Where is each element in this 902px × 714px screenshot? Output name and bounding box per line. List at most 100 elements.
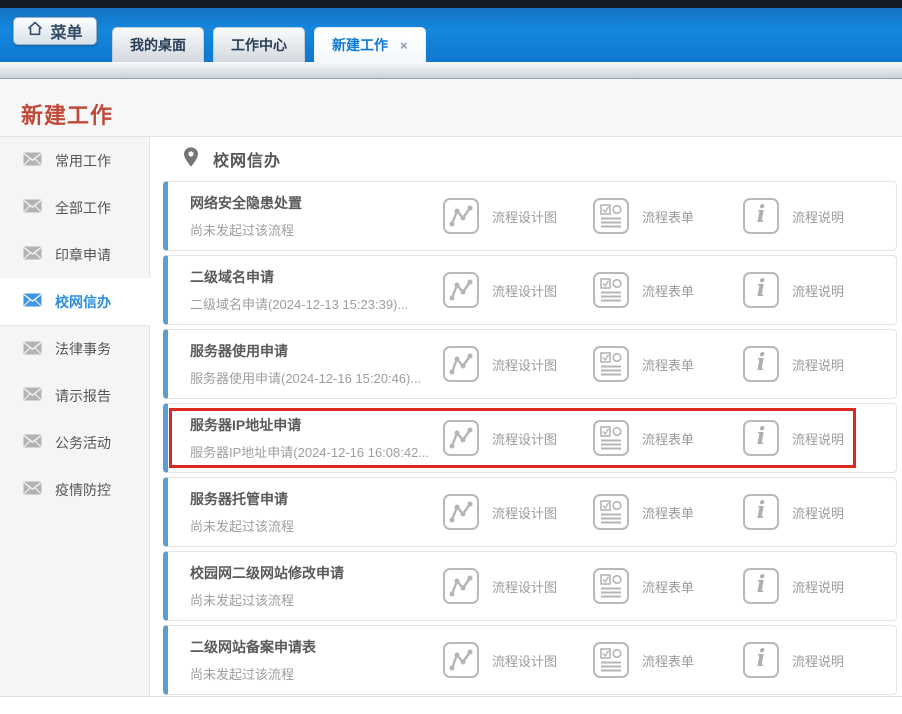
workflow-card[interactable]: 网络安全隐患处置 尚未发起过该流程 流程设计图 流程表单 i 流程说明 xyxy=(163,181,897,251)
workflow-title: 服务器使用申请 xyxy=(190,343,288,359)
process-form-action[interactable]: 流程表单 xyxy=(593,420,743,456)
info-icon: i xyxy=(743,568,779,604)
process-info-label: 流程说明 xyxy=(792,505,845,521)
process-info-action[interactable]: i 流程说明 xyxy=(743,494,893,530)
process-info-action[interactable]: i 流程说明 xyxy=(743,420,893,456)
envelope-icon xyxy=(23,387,42,404)
form-icon xyxy=(593,494,629,530)
section-title: 校网信办 xyxy=(213,153,282,170)
workflow-title: 服务器IP地址申请 xyxy=(190,417,302,433)
process-form-action[interactable]: 流程表单 xyxy=(593,272,743,308)
envelope-icon xyxy=(23,481,42,498)
process-form-label: 流程表单 xyxy=(642,579,695,595)
envelope-icon xyxy=(23,293,42,310)
tab-label: 我的桌面 xyxy=(130,37,186,53)
sidebar-item[interactable]: 请示报告 xyxy=(0,372,150,419)
process-design-action[interactable]: 流程设计图 xyxy=(443,420,593,456)
process-info-action[interactable]: i 流程说明 xyxy=(743,568,893,604)
process-form-label: 流程表单 xyxy=(642,283,695,299)
process-form-action[interactable]: 流程表单 xyxy=(593,494,743,530)
app-header: 菜单 我的桌面× 工作中心× 新建工作 × xyxy=(0,8,902,62)
sidebar-item-label: 请示报告 xyxy=(55,387,111,404)
workflow-title: 校园网二级网站修改申请 xyxy=(190,565,344,581)
page-title: 新建工作 xyxy=(21,103,114,128)
process-form-action[interactable]: 流程表单 xyxy=(593,346,743,382)
process-form-action[interactable]: 流程表单 xyxy=(593,198,743,234)
header-tab[interactable]: 工作中心× xyxy=(213,27,305,62)
workflow-card-text: 服务器IP地址申请 服务器IP地址申请(2024-12-16 16:08:42.… xyxy=(190,415,443,461)
process-info-label: 流程说明 xyxy=(792,653,845,669)
location-pin-icon xyxy=(184,146,198,172)
process-design-action[interactable]: 流程设计图 xyxy=(443,346,593,382)
process-info-action[interactable]: i 流程说明 xyxy=(743,642,893,678)
process-design-label: 流程设计图 xyxy=(492,653,558,669)
envelope-icon xyxy=(23,152,42,169)
title-band: 新建工作 xyxy=(0,79,902,137)
process-info-action[interactable]: i 流程说明 xyxy=(743,198,893,234)
content-panel: 校网信办 网络安全隐患处置 尚未发起过该流程 流程设计图 流程表单 i 流程说明… xyxy=(150,137,902,696)
process-design-action[interactable]: 流程设计图 xyxy=(443,568,593,604)
process-info-label: 流程说明 xyxy=(792,579,845,595)
workflow-card-text: 服务器托管申请 尚未发起过该流程 xyxy=(190,489,443,535)
sidebar-item[interactable]: 全部工作 xyxy=(0,184,150,231)
main-region: 常用工作 全部工作 印章申请 校网信办 法律事务 请示报告 公务活动 疫情防控 … xyxy=(0,137,902,697)
process-info-action[interactable]: i 流程说明 xyxy=(743,272,893,308)
workflow-card[interactable]: 服务器IP地址申请 服务器IP地址申请(2024-12-16 16:08:42.… xyxy=(163,403,897,473)
tab-label: 工作中心 xyxy=(231,37,287,53)
process-design-action[interactable]: 流程设计图 xyxy=(443,198,593,234)
sidebar-item[interactable]: 法律事务 xyxy=(0,325,150,372)
menu-button[interactable]: 菜单 xyxy=(13,17,97,45)
sidebar-item-label: 疫情防控 xyxy=(55,481,111,498)
sidebar-item[interactable]: 校网信办 xyxy=(0,278,150,325)
sidebar-item-label: 常用工作 xyxy=(55,152,111,169)
sidebar-item[interactable]: 印章申请 xyxy=(0,231,150,278)
process-design-action[interactable]: 流程设计图 xyxy=(443,642,593,678)
process-design-label: 流程设计图 xyxy=(492,505,558,521)
sidebar-item[interactable]: 常用工作 xyxy=(0,137,150,184)
process-design-action[interactable]: 流程设计图 xyxy=(443,272,593,308)
info-icon: i xyxy=(743,272,779,308)
header-tab[interactable]: 新建工作 × xyxy=(314,27,426,62)
sidebar-item-label: 公务活动 xyxy=(55,434,111,451)
process-design-label: 流程设计图 xyxy=(492,357,558,373)
process-design-action[interactable]: 流程设计图 xyxy=(443,494,593,530)
workflow-title: 二级域名申请 xyxy=(190,269,274,285)
workflow-card[interactable]: 二级网站备案申请表 尚未发起过该流程 流程设计图 流程表单 i 流程说明 xyxy=(163,625,897,695)
header-tab[interactable]: 我的桌面× xyxy=(112,27,204,62)
process-form-action[interactable]: 流程表单 xyxy=(593,642,743,678)
process-form-label: 流程表单 xyxy=(642,209,695,225)
chart-icon xyxy=(443,420,479,456)
tab-close-icon[interactable]: × xyxy=(400,28,408,63)
sidebar-item[interactable]: 公务活动 xyxy=(0,419,150,466)
info-icon: i xyxy=(743,198,779,234)
process-design-label: 流程设计图 xyxy=(492,431,558,447)
sidebar-item[interactable]: 疫情防控 xyxy=(0,466,150,513)
process-form-label: 流程表单 xyxy=(642,357,695,373)
sidebar-filler xyxy=(0,513,150,696)
process-form-label: 流程表单 xyxy=(642,505,695,521)
menu-button-label: 菜单 xyxy=(50,25,83,42)
process-info-label: 流程说明 xyxy=(792,283,845,299)
chart-icon xyxy=(443,272,479,308)
workflow-card[interactable]: 校园网二级网站修改申请 尚未发起过该流程 流程设计图 流程表单 i 流程说明 xyxy=(163,551,897,621)
sidebar-item-label: 法律事务 xyxy=(55,341,111,357)
workflow-title: 网络安全隐患处置 xyxy=(190,195,302,211)
workflow-card[interactable]: 二级域名申请 二级域名申请(2024-12-13 15:23:39)... 流程… xyxy=(163,255,897,325)
info-icon: i xyxy=(743,642,779,678)
workflow-subtitle: 尚未发起过该流程 xyxy=(190,223,295,238)
workflow-subtitle: 服务器使用申请(2024-12-16 15:20:46)... xyxy=(190,371,422,386)
workflow-subtitle: 尚未发起过该流程 xyxy=(190,519,295,534)
chart-icon xyxy=(443,642,479,678)
form-icon xyxy=(593,420,629,456)
tab-label: 新建工作 xyxy=(332,37,388,53)
process-form-action[interactable]: 流程表单 xyxy=(593,568,743,604)
workflow-card[interactable]: 服务器使用申请 服务器使用申请(2024-12-16 15:20:46)... … xyxy=(163,329,897,399)
form-icon xyxy=(593,642,629,678)
section-header: 校网信办 xyxy=(150,137,902,181)
process-info-action[interactable]: i 流程说明 xyxy=(743,346,893,382)
sidebar-item-label: 全部工作 xyxy=(55,199,111,216)
workflow-card-text: 服务器使用申请 服务器使用申请(2024-12-16 15:20:46)... xyxy=(190,341,443,387)
home-icon xyxy=(27,21,43,41)
envelope-icon xyxy=(23,341,42,358)
workflow-card[interactable]: 服务器托管申请 尚未发起过该流程 流程设计图 流程表单 i 流程说明 xyxy=(163,477,897,547)
